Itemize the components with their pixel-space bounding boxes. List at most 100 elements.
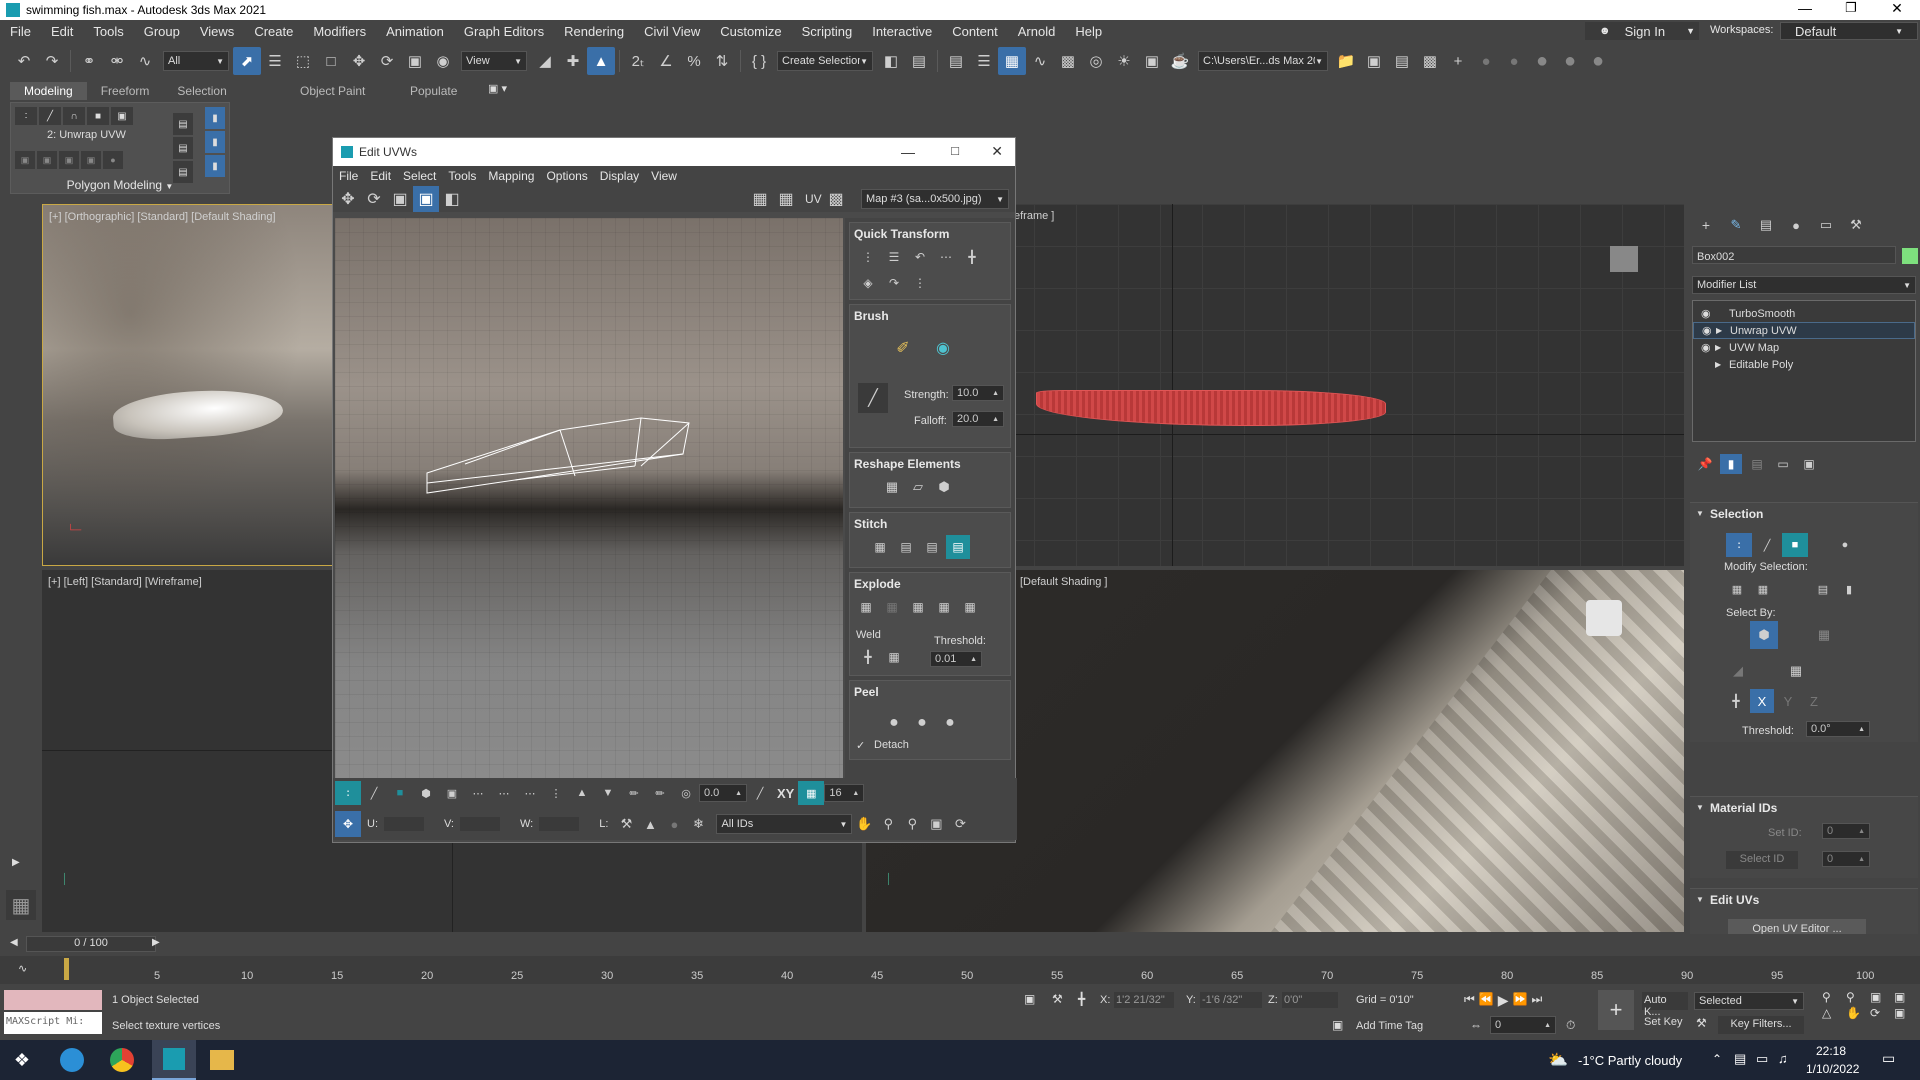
shrink-icon[interactable]: ⋯ <box>491 781 517 805</box>
expand-icon[interactable]: ▶ <box>1716 326 1730 335</box>
close-button[interactable]: ✕ <box>1874 0 1920 17</box>
expand-icon[interactable]: ▶ <box>1715 343 1729 352</box>
hide-icon[interactable]: ▲ <box>638 812 662 836</box>
ring-icon[interactable]: ⋮ <box>543 781 569 805</box>
loop-icon[interactable]: ⋯ <box>517 781 543 805</box>
stack-icon[interactable]: ▤ <box>173 113 193 135</box>
render-icon[interactable]: ☕ <box>1166 47 1194 75</box>
modify-tab-icon[interactable]: ✎ <box>1724 214 1748 236</box>
viewport-label[interactable]: eframe ] <box>1014 210 1054 222</box>
display-icon[interactable]: ▭ <box>1756 1051 1768 1067</box>
maximize-viewport-icon[interactable]: ▣ <box>1894 1006 1916 1020</box>
render-setup-icon[interactable]: ☀ <box>1110 47 1138 75</box>
toggle-icon[interactable]: ▮ <box>205 131 225 153</box>
expand-icon[interactable]: ▶ <box>1715 360 1729 369</box>
stitch-icon[interactable]: ▦ <box>868 535 892 559</box>
scale-icon[interactable]: ▣ <box>401 47 429 75</box>
uv-menu-options[interactable]: Options <box>540 169 593 183</box>
ref-coord-dropdown[interactable]: View ▼ <box>461 51 527 71</box>
save-file-icon[interactable]: ▣ <box>1360 47 1388 75</box>
relax-brush-icon[interactable]: ◉ <box>930 335 956 361</box>
element-icon[interactable]: ▣ <box>111 107 133 125</box>
menu-modifiers[interactable]: Modifiers <box>303 24 376 39</box>
add-time-tag-icon[interactable]: ▣ <box>1332 1018 1343 1032</box>
next-frame-button[interactable]: ▶ <box>152 937 160 948</box>
weld-target-icon[interactable]: ▦ <box>882 645 906 669</box>
align-vertical-icon[interactable]: ☰ <box>882 245 906 269</box>
key-mode-dropdown[interactable]: Selected ▼ <box>1694 992 1804 1010</box>
line-icon[interactable]: ╱ <box>747 781 773 805</box>
zoom-icon[interactable]: ⚲ <box>1822 990 1844 1004</box>
viewcube-icon[interactable] <box>1610 246 1638 272</box>
set-id-input[interactable]: 0 ▲ <box>1822 823 1870 839</box>
stack-item-editable-poly[interactable]: ▶ Editable Poly <box>1693 356 1915 373</box>
edit-named-sets-icon[interactable]: { } <box>745 47 773 75</box>
percent-snap-icon[interactable]: % <box>680 47 708 75</box>
current-frame-input[interactable]: 0 ▲ <box>1490 1016 1556 1034</box>
merge-icon[interactable]: ▤ <box>1388 47 1416 75</box>
clock-time[interactable]: 22:18 <box>1816 1044 1846 1058</box>
sign-in-button[interactable]: Sign In <box>1621 24 1675 39</box>
viewport-label[interactable]: [+] [Orthographic] [Standard] [Default S… <box>49 211 276 223</box>
stack-item-uvw-map[interactable]: ◉ ▶ UVW Map <box>1693 339 1915 356</box>
play-icon[interactable]: ▶ <box>1498 992 1509 1009</box>
reset-peel-icon[interactable]: ● <box>938 711 962 735</box>
select-id-input[interactable]: 0 ▲ <box>1822 851 1870 867</box>
z-axis-icon[interactable]: Z <box>1802 689 1826 713</box>
stack-item-unwrap-uvw[interactable]: ◉ ▶ Unwrap UVW <box>1693 322 1915 339</box>
vertex-select-icon[interactable]: ∶ <box>1726 533 1752 557</box>
quick-transform-header[interactable]: Quick Transform <box>854 227 949 241</box>
material-icon[interactable]: ▦ <box>958 595 982 619</box>
object-color-swatch[interactable] <box>1902 248 1918 264</box>
face-mode-icon[interactable]: ■ <box>387 781 413 805</box>
y-coord[interactable]: -1'6 /32" <box>1200 992 1262 1008</box>
windows-start-icon[interactable]: ❖ <box>10 1048 34 1072</box>
menu-views[interactable]: Views <box>190 24 244 39</box>
peel-header[interactable]: Peel <box>854 685 879 699</box>
utilities-tab-icon[interactable]: ⚒ <box>1844 214 1868 236</box>
x-coord[interactable]: 1'2 21/32" <box>1114 992 1174 1008</box>
eye-icon[interactable]: ◉ <box>1701 307 1715 320</box>
collapse-icon[interactable]: ▼ <box>1696 803 1704 812</box>
tab-modeling[interactable]: Modeling <box>10 82 87 100</box>
reshape-header[interactable]: Reshape Elements <box>854 457 961 471</box>
dot-icon[interactable]: ● <box>1500 47 1528 75</box>
prev-frame-button[interactable]: ◀ <box>10 937 18 948</box>
dot-icon[interactable]: ● <box>1472 47 1500 75</box>
network-icon[interactable]: ▤ <box>1734 1051 1746 1067</box>
eye-icon[interactable]: ◉ <box>1702 324 1716 337</box>
bind-spacewarp-icon[interactable]: ∿ <box>131 47 159 75</box>
select-id-button[interactable]: Select ID <box>1726 851 1798 869</box>
detach-checkbox[interactable]: ✓ <box>856 739 865 752</box>
viewport-orthographic[interactable]: [+] [Orthographic] [Standard] [Default S… <box>42 204 334 566</box>
menu-interactive[interactable]: Interactive <box>862 24 942 39</box>
scene-explorer-icon[interactable]: ▤ <box>942 47 970 75</box>
peel-mode-icon[interactable]: ● <box>910 711 934 735</box>
collapse-icon[interactable]: ▼ <box>1696 509 1704 518</box>
time-slider[interactable]: ◀ 0 / 100 ▶ <box>0 934 1920 954</box>
soft-select-input[interactable]: 0.0 ▲ <box>699 784 747 802</box>
add-icon[interactable]: + <box>1444 47 1472 75</box>
viewport-layout-icon[interactable]: ▦ <box>6 890 36 920</box>
lock-icon[interactable]: ⚒ <box>614 812 638 836</box>
display-tab-icon[interactable]: ▭ <box>1814 214 1838 236</box>
pivot-icon[interactable]: ◢ <box>531 47 559 75</box>
maximize-button[interactable]: □ <box>951 143 959 158</box>
grid-size-input[interactable]: 16 ▲ <box>824 784 865 802</box>
ribbon-options-icon[interactable]: ▣ ▾ <box>488 82 507 95</box>
tab-freeform[interactable]: Freeform <box>87 82 164 100</box>
tray-chevron-icon[interactable]: ⌃ <box>1712 1052 1722 1066</box>
stack-icon[interactable]: ▤ <box>173 137 193 159</box>
motion-tab-icon[interactable]: ● <box>1784 214 1808 236</box>
viewcube-icon[interactable] <box>1586 600 1622 636</box>
rotate-cw-icon[interactable]: ↷ <box>882 271 906 295</box>
menu-file[interactable]: File <box>0 24 41 39</box>
selection-set-dropdown[interactable]: Create Selection Se▼ <box>777 51 873 71</box>
scale-icon[interactable]: ▣ <box>387 186 413 212</box>
y-axis-icon[interactable]: Y <box>1776 689 1800 713</box>
pan-icon[interactable]: ✋ <box>1846 1006 1868 1020</box>
rotate-icon[interactable]: ⟳ <box>373 47 401 75</box>
viewport-label[interactable]: [+] [Left] [Standard] [Wireframe] <box>48 576 202 588</box>
collapse-icon[interactable]: ▼ <box>1696 895 1704 904</box>
key-filters-button[interactable]: Key Filters... <box>1718 1016 1804 1034</box>
